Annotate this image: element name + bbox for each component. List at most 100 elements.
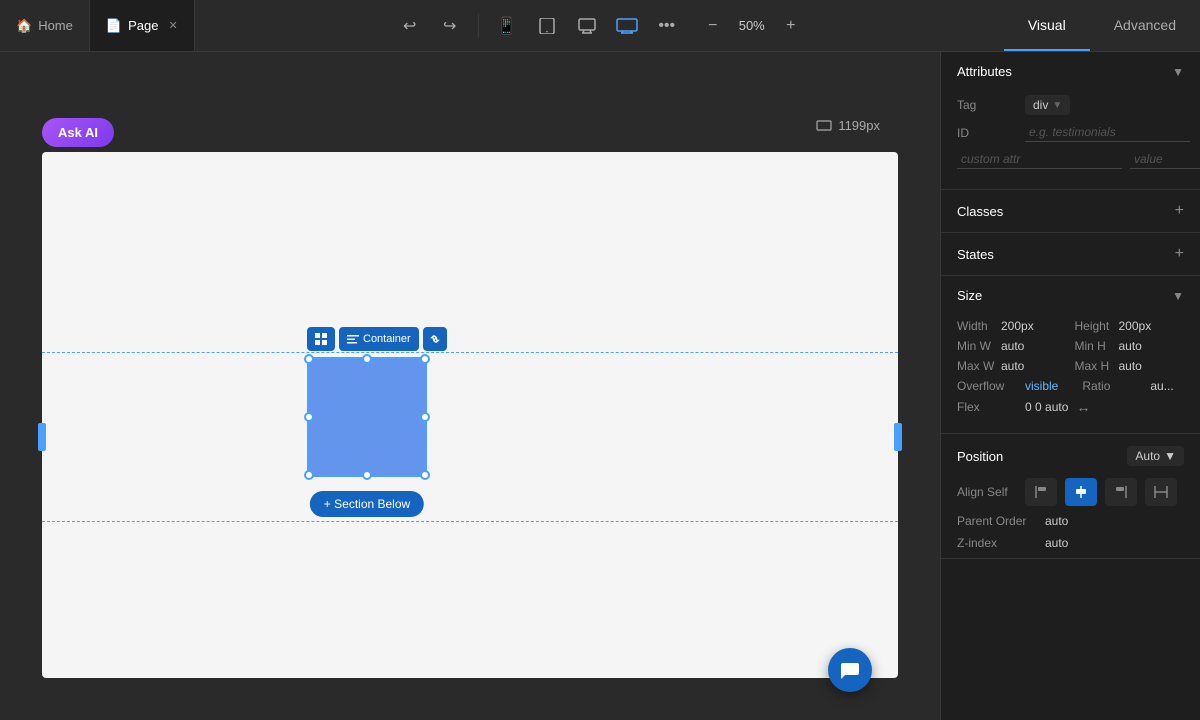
element-grid-button[interactable] xyxy=(307,327,335,351)
align-self-label: Align Self xyxy=(957,485,1017,499)
size-grid: Width 200px Height 200px Min W auto Min … xyxy=(957,319,1184,373)
resize-handle-top-left[interactable] xyxy=(304,354,314,364)
id-row: ID xyxy=(957,123,1184,142)
tag-value: div xyxy=(1033,98,1048,112)
width-label: Width xyxy=(957,319,997,333)
section-handle-right[interactable] xyxy=(894,423,902,451)
zoom-out-button[interactable]: − xyxy=(699,12,727,40)
attributes-header[interactable]: Attributes ▼ xyxy=(941,52,1200,91)
more-options-button[interactable]: ••• xyxy=(651,10,683,42)
section-handle-left[interactable] xyxy=(38,423,46,451)
parent-order-row: Parent Order auto xyxy=(941,514,1200,528)
min-h-value: auto xyxy=(1119,339,1142,353)
add-section-below-button[interactable]: + Section Below xyxy=(310,491,424,517)
align-self-start-button[interactable] xyxy=(1025,478,1057,506)
attributes-section: Attributes ▼ Tag div ▼ ID xyxy=(941,52,1200,190)
page-icon: 📄 xyxy=(106,18,122,34)
overflow-row: Overflow visible Ratio au... xyxy=(957,379,1184,393)
width-field: Width 200px xyxy=(957,319,1067,333)
mobile-view-button[interactable]: 📱 xyxy=(491,10,523,42)
align-self-center-button[interactable] xyxy=(1065,478,1097,506)
canvas-page[interactable]: Container + Section Below xyxy=(42,152,898,678)
add-class-button[interactable]: + xyxy=(1175,202,1184,220)
size-title: Size xyxy=(957,288,982,303)
flex-label: Flex xyxy=(957,400,1017,414)
min-w-field: Min W auto xyxy=(957,339,1067,353)
container-link-button[interactable] xyxy=(423,327,447,351)
undo-button[interactable]: ↩ xyxy=(394,10,426,42)
position-section: Position Auto ▼ Align Self xyxy=(941,434,1200,559)
desktop-view-button[interactable] xyxy=(571,10,603,42)
resize-handle-middle-right[interactable] xyxy=(420,412,430,422)
tag-select-dropdown[interactable]: div ▼ xyxy=(1025,95,1070,115)
widescreen-view-button[interactable] xyxy=(611,10,643,42)
max-w-field: Max W auto xyxy=(957,359,1067,373)
container-label-button[interactable]: Container xyxy=(339,327,419,351)
visual-panel-tab[interactable]: Visual xyxy=(1004,0,1090,51)
topbar: 🏠 Home 📄 Page ✕ ↩ ↪ 📱 ••• − 50% + Visual xyxy=(0,0,1200,52)
resize-handle-top-center[interactable] xyxy=(362,354,372,364)
zoom-controls: − 50% + xyxy=(699,12,805,40)
align-self-end-button[interactable] xyxy=(1105,478,1137,506)
states-title: States xyxy=(957,247,994,262)
attributes-content: Tag div ▼ ID + xyxy=(941,91,1200,189)
resize-handle-middle-left[interactable] xyxy=(304,412,314,422)
ratio-value: au... xyxy=(1150,379,1173,393)
page-tab[interactable]: 📄 Page ✕ xyxy=(90,0,195,51)
chat-fab-button[interactable] xyxy=(828,648,872,692)
attributes-chevron-icon: ▼ xyxy=(1172,65,1184,79)
zoom-in-button[interactable]: + xyxy=(777,12,805,40)
tab-bar: 🏠 Home 📄 Page ✕ xyxy=(0,0,195,51)
classes-section: Classes + xyxy=(941,190,1200,233)
close-tab-icon[interactable]: ✕ xyxy=(168,19,177,32)
resize-handle-bottom-left[interactable] xyxy=(304,470,314,480)
flex-expand-icon[interactable]: ↔ xyxy=(1076,399,1090,415)
canvas-area[interactable]: Ask AI 1199px Container xyxy=(0,52,940,720)
home-tab-label: Home xyxy=(38,18,73,33)
resize-handle-top-right[interactable] xyxy=(420,354,430,364)
size-content: Width 200px Height 200px Min W auto Min … xyxy=(941,315,1200,433)
flex-row: Flex 0 0 auto ↔ xyxy=(957,399,1184,415)
parent-order-value: auto xyxy=(1045,514,1068,528)
size-header[interactable]: Size ▼ xyxy=(941,276,1200,315)
zindex-row: Z-index auto xyxy=(941,536,1200,550)
container-box[interactable] xyxy=(307,357,427,477)
height-value: 200px xyxy=(1119,319,1152,333)
width-value: 200px xyxy=(1001,319,1034,333)
resize-handle-bottom-center[interactable] xyxy=(362,470,372,480)
classes-header[interactable]: Classes + xyxy=(941,190,1200,232)
align-self-stretch-button[interactable] xyxy=(1145,478,1177,506)
attributes-title: Attributes xyxy=(957,64,1012,79)
height-label: Height xyxy=(1075,319,1115,333)
states-header[interactable]: States + xyxy=(941,233,1200,275)
container-label-text: Container xyxy=(363,333,411,345)
home-tab[interactable]: 🏠 Home xyxy=(0,0,90,51)
size-chevron-icon: ▼ xyxy=(1172,289,1184,303)
add-state-button[interactable]: + xyxy=(1175,245,1184,263)
min-h-field: Min H auto xyxy=(1075,339,1185,353)
custom-value-input[interactable] xyxy=(1130,150,1200,169)
redo-button[interactable]: ↪ xyxy=(434,10,466,42)
position-select-dropdown[interactable]: Auto ▼ xyxy=(1127,446,1184,466)
toolbar-center: ↩ ↪ 📱 ••• − 50% + xyxy=(195,10,1004,42)
min-h-label: Min H xyxy=(1075,339,1115,353)
size-section: Size ▼ Width 200px Height 200px Min W xyxy=(941,276,1200,434)
position-header[interactable]: Position Auto ▼ xyxy=(941,434,1200,478)
tablet-view-button[interactable] xyxy=(531,10,563,42)
id-input[interactable] xyxy=(1025,123,1190,142)
resize-handle-bottom-right[interactable] xyxy=(420,470,430,480)
right-panel: Attributes ▼ Tag div ▼ ID xyxy=(940,52,1200,720)
ask-ai-button[interactable]: Ask AI xyxy=(42,118,114,147)
container-toolbar: Container xyxy=(307,327,447,351)
advanced-panel-tab[interactable]: Advanced xyxy=(1090,0,1200,51)
parent-order-label: Parent Order xyxy=(957,514,1037,528)
max-h-label: Max H xyxy=(1075,359,1115,373)
container-element[interactable]: Container + Section Below xyxy=(307,357,427,477)
max-h-field: Max H auto xyxy=(1075,359,1185,373)
custom-attr-input[interactable] xyxy=(957,150,1122,169)
home-icon: 🏠 xyxy=(16,18,32,34)
max-w-value: auto xyxy=(1001,359,1024,373)
position-value: Auto xyxy=(1135,449,1160,463)
overflow-value: visible xyxy=(1025,379,1058,393)
position-title: Position xyxy=(957,449,1003,464)
